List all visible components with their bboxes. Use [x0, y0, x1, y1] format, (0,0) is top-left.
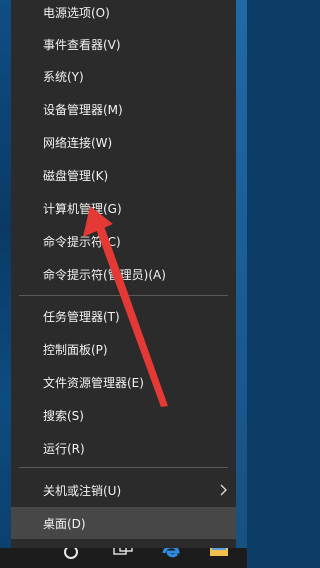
- edge-browser-icon[interactable]: [162, 548, 180, 568]
- menu-item-label: 设备管理器(M): [43, 102, 123, 117]
- menu-item-label: 任务管理器(T): [43, 309, 120, 324]
- menu-item-label: 关机或注销(U): [43, 483, 122, 498]
- menu-item-label: 桌面(D): [43, 516, 86, 531]
- file-explorer-icon[interactable]: [208, 548, 230, 568]
- menu-item-control-panel[interactable]: 控制面板(P): [11, 333, 236, 365]
- menu-separator: [19, 467, 228, 468]
- menu-item-power-options[interactable]: 电源选项(O): [11, 0, 236, 28]
- menu-item-desktop[interactable]: 桌面(D): [11, 507, 236, 539]
- menu-item-label: 磁盘管理(K): [43, 168, 109, 183]
- menu-item-network-connections[interactable]: 网络连接(W): [11, 126, 236, 158]
- menu-item-label: 电源选项(O): [43, 5, 110, 20]
- menu-item-device-manager[interactable]: 设备管理器(M): [11, 93, 236, 125]
- menu-separator: [19, 295, 228, 296]
- menu-item-file-explorer[interactable]: 文件资源管理器(E): [11, 366, 236, 398]
- cortana-icon[interactable]: [62, 548, 80, 568]
- menu-item-label: 计算机管理(G): [43, 201, 122, 216]
- menu-item-label: 文件资源管理器(E): [43, 375, 144, 390]
- task-view-icon[interactable]: [112, 548, 134, 568]
- menu-item-search[interactable]: 搜索(S): [11, 399, 236, 431]
- taskbar: [0, 548, 247, 568]
- menu-item-command-prompt-admin[interactable]: 命令提示符(管理员)(A): [11, 258, 236, 290]
- menu-item-system[interactable]: 系统(Y): [11, 60, 236, 92]
- menu-item-shutdown-signout[interactable]: 关机或注销(U): [11, 474, 236, 506]
- menu-item-label: 网络连接(W): [43, 135, 113, 150]
- desktop-background-left: [0, 0, 11, 568]
- menu-item-label: 系统(Y): [43, 69, 84, 84]
- menu-item-computer-management[interactable]: 计算机管理(G): [11, 192, 236, 224]
- menu-item-label: 搜索(S): [43, 408, 84, 423]
- menu-item-label: 运行(R): [43, 441, 85, 456]
- menu-item-event-viewer[interactable]: 事件查看器(V): [11, 28, 236, 60]
- winx-context-menu: 电源选项(O) 事件查看器(V) 系统(Y) 设备管理器(M) 网络连接(W) …: [11, 0, 236, 548]
- menu-item-command-prompt[interactable]: 命令提示符(C): [11, 225, 236, 257]
- desktop-background-right: [236, 0, 247, 568]
- menu-item-disk-management[interactable]: 磁盘管理(K): [11, 159, 236, 191]
- menu-item-label: 事件查看器(V): [43, 37, 121, 52]
- menu-item-run[interactable]: 运行(R): [11, 432, 236, 464]
- menu-item-label: 控制面板(P): [43, 342, 108, 357]
- menu-item-label: 命令提示符(C): [43, 234, 121, 249]
- menu-item-task-manager[interactable]: 任务管理器(T): [11, 300, 236, 332]
- chevron-right-icon: [220, 484, 227, 496]
- menu-item-label: 命令提示符(管理员)(A): [43, 267, 166, 282]
